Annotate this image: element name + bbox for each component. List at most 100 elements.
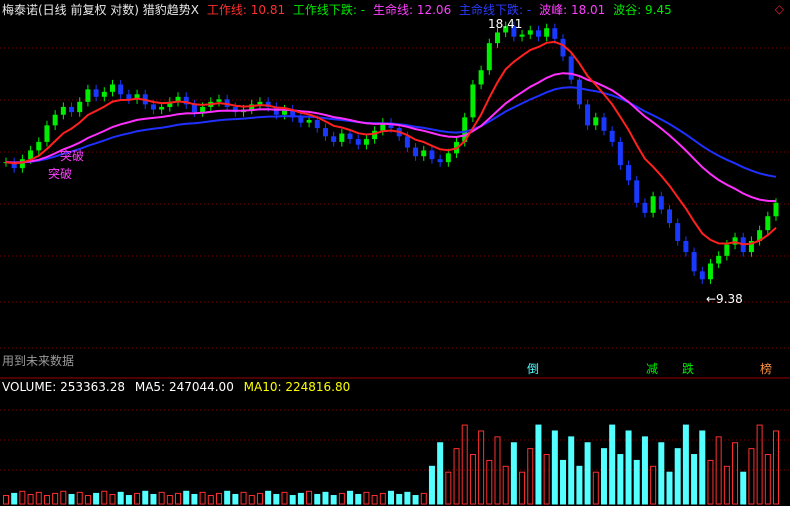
candle [576,79,582,105]
candle [650,196,656,213]
volume-bar [740,471,747,505]
candle [36,141,42,151]
peak-legend: 波峰: 18.01 [539,3,606,17]
event-marker: 减 [646,362,658,376]
volume-bar [125,495,132,505]
candle [609,130,615,142]
volume-bar [134,492,141,505]
candle [658,196,664,210]
volume-bar [101,490,108,505]
volume-bar [519,471,526,505]
volume-bar [330,495,337,505]
volume-bar [527,448,534,505]
candle [716,255,722,264]
candle [667,209,673,224]
candle [150,104,156,110]
volume-bar [748,448,755,505]
volume-bar [773,430,779,505]
volume-bar [486,459,493,505]
volume-bar [117,491,124,505]
volume-bar [199,491,206,505]
candle [339,133,345,142]
volume-bar [297,492,304,505]
volume-bar [764,454,771,505]
volume-bar [371,495,378,505]
candle [527,30,533,35]
volume-bar [617,454,624,505]
volume-bar [256,492,263,505]
candle [159,106,165,110]
volume-bar [723,465,730,505]
volume-bar [420,492,427,505]
volume-bar [568,436,575,505]
candle [699,271,705,280]
volume-bar [461,424,468,505]
volume-bar [27,493,34,505]
volume-bar [641,436,648,505]
work-line [5,40,777,246]
life-line-legend: 生命线: 12.06 [372,3,452,17]
candle [126,94,132,100]
volume-bar [633,459,640,505]
candle [77,101,83,113]
volume-bar [396,493,403,505]
volume-bar [576,465,583,505]
candle [413,147,419,157]
candle [191,104,197,113]
candle [109,84,115,92]
volume-bar [19,490,26,505]
candle [568,56,574,80]
work-line-legend: 工作线: 10.81 [206,3,286,17]
volume-bar [347,490,354,505]
volume-bar [756,424,763,505]
volume-bar [404,491,411,505]
main-line-down-legend: 主命线下跌: - [459,3,532,17]
volume-bar [314,493,321,505]
candle [363,139,369,145]
volume-bar [379,492,386,505]
work-line-down-legend: 工作线下跌: - [292,3,366,17]
candle [470,84,476,118]
candle [519,34,525,37]
volume-bar [207,495,214,505]
candle [216,99,222,102]
candle [52,114,58,126]
candle [683,240,689,253]
diamond-icon[interactable]: ◇ [775,2,784,16]
volume-bar [445,471,452,505]
candle [404,136,410,148]
peak-label: 18.41 [488,17,522,31]
volume-bar [600,448,607,505]
volume-bar [674,448,681,505]
candle [552,28,558,39]
candle [617,141,623,166]
candle [322,128,328,137]
candle [257,101,263,105]
candle [535,30,541,37]
volume-bar [175,492,182,505]
candle [200,106,206,113]
breakout-label: 突破 [48,166,72,181]
volume-bar [691,454,698,505]
volume-bar [592,471,599,505]
candle [478,70,484,85]
candle [445,153,451,163]
trough-legend: 波谷: 9.45 [613,3,672,17]
volume-bar [109,493,116,505]
event-marker: 倒 [527,362,539,376]
candle [421,150,427,157]
candle [306,120,312,123]
candle [675,223,681,241]
volume-bar [281,491,288,505]
event-marker: 跌 [682,361,694,376]
candle [429,150,435,160]
volume-bar [289,495,296,505]
volume-bar [707,459,714,505]
volume-bar [494,436,501,505]
volume-bar [76,491,83,505]
volume-bar [478,430,485,505]
ma10-legend: MA10: 224816.80 [243,380,351,394]
candle [93,89,99,97]
volume-bar [224,490,231,505]
volume-bar [43,495,50,505]
